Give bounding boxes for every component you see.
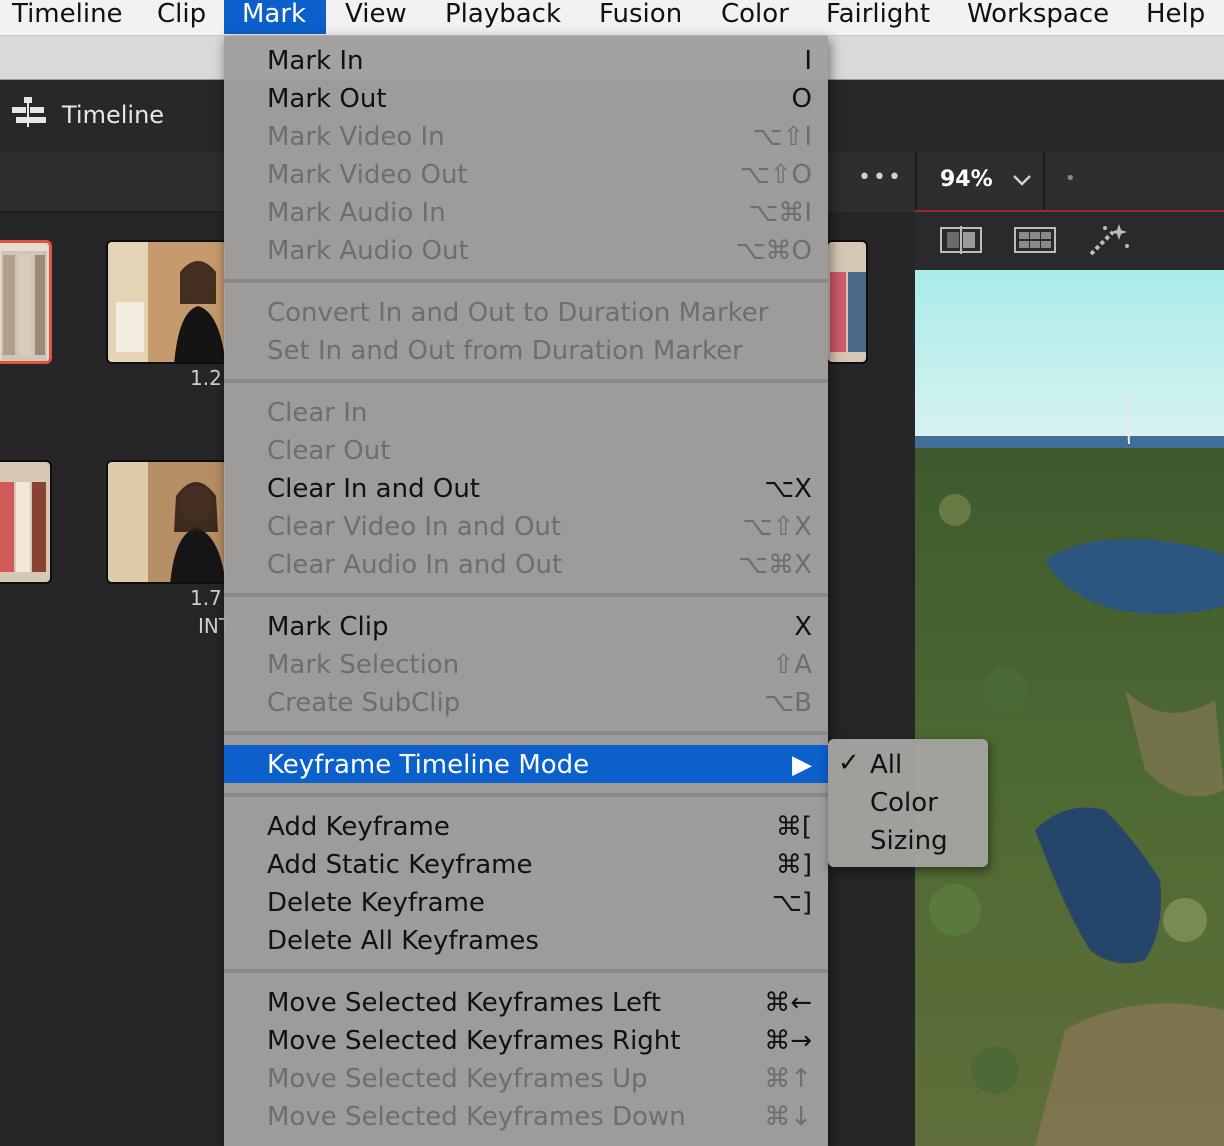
timeline-tab-label: Timeline	[62, 101, 165, 129]
grid-view-icon[interactable]	[1013, 226, 1057, 258]
menu-item-mark-audio-in[interactable]: Mark Audio In ⌥⌘I	[224, 193, 828, 231]
menu-item-move-keyframes-up[interactable]: Move Selected Keyframes Up ⌘↑	[224, 1059, 828, 1097]
menu-item-add-keyframe[interactable]: Add Keyframe ⌘[	[224, 807, 828, 845]
more-options-button[interactable]: •••	[858, 165, 903, 190]
menu-item-mark-video-out[interactable]: Mark Video Out ⌥⇧O	[224, 155, 828, 193]
viewer-toolbar	[915, 212, 1224, 270]
submenu-arrow-icon: ▶	[792, 750, 812, 780]
menu-item-clear-out[interactable]: Clear Out	[224, 431, 828, 469]
menu-item-set-from-duration-marker[interactable]: Set In and Out from Duration Marker	[224, 331, 828, 369]
menu-separator	[224, 731, 828, 735]
clip-thumbnail-store[interactable]	[0, 240, 52, 364]
menu-item-move-keyframes-left[interactable]: Move Selected Keyframes Left ⌘←	[224, 983, 828, 1021]
menu-fairlight[interactable]: Fairlight	[826, 0, 930, 34]
divider	[1043, 152, 1045, 210]
zoom-value[interactable]: 94%	[940, 167, 993, 192]
split-view-icon[interactable]	[939, 226, 983, 258]
menu-item-keyframe-timeline-mode[interactable]: Keyframe Timeline Mode ▶	[224, 745, 828, 783]
clip-thumbnail-edge[interactable]	[826, 240, 868, 364]
menu-separator	[224, 593, 828, 597]
menu-item-clear-video-in-and-out[interactable]: Clear Video In and Out ⌥⇧X	[224, 507, 828, 545]
menu-fusion[interactable]: Fusion	[599, 0, 682, 34]
keyframe-mode-submenu: ✓ All Color Sizing	[828, 739, 988, 867]
menu-color[interactable]: Color	[721, 0, 789, 34]
timeline-tab[interactable]: Timeline	[10, 95, 164, 135]
menu-item-delete-all-keyframes[interactable]: Delete All Keyframes	[224, 921, 828, 959]
status-dot: •	[1065, 168, 1076, 189]
menu-item-delete-keyframe[interactable]: Delete Keyframe ⌥]	[224, 883, 828, 921]
submenu-item-color[interactable]: Color	[828, 783, 988, 821]
clip-label: 1.7	[190, 586, 222, 610]
clip-label: 1.2	[190, 366, 222, 390]
clip-thumbnail-woman-2[interactable]	[106, 460, 228, 584]
mark-menu: Mark In I Mark Out O Mark Video In ⌥⇧I Mark…	[224, 36, 828, 1146]
menu-help[interactable]: Help	[1146, 0, 1205, 34]
menu-item-convert-to-duration-marker[interactable]: Convert In and Out to Duration Marker	[224, 293, 828, 331]
menu-item-clear-in[interactable]: Clear In	[224, 393, 828, 431]
menu-bar: Timeline Clip Mark View Playback Fusion …	[0, 0, 1224, 36]
menu-item-clear-audio-in-and-out[interactable]: Clear Audio In and Out ⌥⌘X	[224, 545, 828, 583]
menu-item-move-keyframes-right[interactable]: Move Selected Keyframes Right ⌘→	[224, 1021, 828, 1059]
menu-item-mark-clip[interactable]: Mark Clip X	[224, 607, 828, 645]
clip-thumbnail-rack[interactable]	[0, 460, 52, 584]
timeline-icon	[10, 95, 52, 135]
menu-separator	[224, 969, 828, 973]
chevron-down-icon[interactable]	[1012, 172, 1032, 191]
menu-mark[interactable]: Mark	[224, 0, 326, 34]
checkmark-icon: ✓	[838, 748, 860, 778]
menu-item-mark-selection[interactable]: Mark Selection ⇧A	[224, 645, 828, 683]
menu-item-mark-audio-out[interactable]: Mark Audio Out ⌥⌘O	[224, 231, 828, 269]
submenu-item-all[interactable]: ✓ All	[828, 745, 988, 783]
menu-clip[interactable]: Clip	[157, 0, 206, 34]
menu-item-mark-video-in[interactable]: Mark Video In ⌥⇧I	[224, 117, 828, 155]
submenu-item-sizing[interactable]: Sizing	[828, 821, 988, 859]
menu-item-mark-out[interactable]: Mark Out O	[224, 79, 828, 117]
menu-separator	[224, 279, 828, 283]
menu-view[interactable]: View	[345, 0, 407, 34]
menu-item-clear-in-and-out[interactable]: Clear In and Out ⌥X	[224, 469, 828, 507]
menu-item-mark-in[interactable]: Mark In I	[224, 41, 828, 79]
divider	[915, 152, 917, 212]
magic-wand-icon[interactable]	[1087, 222, 1131, 262]
menu-playback[interactable]: Playback	[445, 0, 561, 34]
menu-item-add-static-keyframe[interactable]: Add Static Keyframe ⌘]	[224, 845, 828, 883]
clip-thumbnail-woman[interactable]	[106, 240, 228, 364]
menu-workspace[interactable]: Workspace	[967, 0, 1109, 34]
viewer-aerial-image	[915, 270, 1224, 1146]
menu-item-create-subclip[interactable]: Create SubClip ⌥B	[224, 683, 828, 721]
menu-timeline[interactable]: Timeline	[12, 0, 123, 34]
menu-item-move-keyframes-down[interactable]: Move Selected Keyframes Down ⌘↓	[224, 1097, 828, 1135]
menu-separator	[224, 793, 828, 797]
menu-separator	[224, 379, 828, 383]
